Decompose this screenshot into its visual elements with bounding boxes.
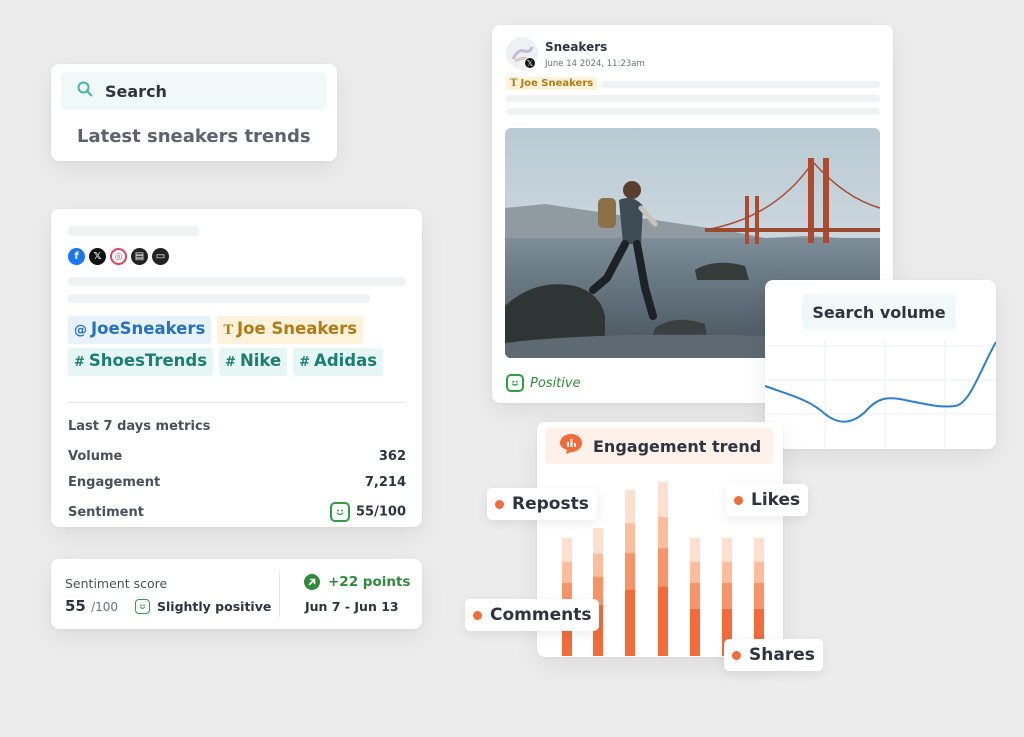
metric-volume: Volume 362 <box>68 449 406 464</box>
engagement-bar-segment <box>625 523 635 554</box>
post-sentiment: Positive <box>506 374 581 392</box>
legend-dot <box>495 499 504 509</box>
tag-author[interactable]: T Joe Sneakers <box>217 316 364 344</box>
engagement-bar-segment <box>658 548 668 587</box>
score-change: +22 points <box>304 574 410 590</box>
score-date-range: Jun 7 - Jun 13 <box>305 599 399 614</box>
engagement-bar-segment <box>562 561 572 583</box>
instagram-icon: ◎ <box>110 248 127 265</box>
engagement-bar-segment <box>722 561 732 583</box>
tag-list: @ JoeSneakers T Joe Sneakers # ShoesTrends … <box>68 316 408 376</box>
engagement-bar-segment <box>690 561 700 583</box>
score-title: Sentiment score <box>65 576 168 591</box>
post-date: June 14 2024, 11:23am <box>545 59 645 69</box>
legend-dot <box>732 650 741 660</box>
post-author-tag[interactable]: T Joe Sneakers <box>506 77 598 90</box>
legend-reposts: Reposts <box>487 488 597 520</box>
engagement-bar-segment <box>658 586 668 656</box>
forum-icon: ▭ <box>152 248 169 265</box>
search-volume-card: Search volume <box>765 280 996 449</box>
post-account-name[interactable]: Sneakers <box>545 40 607 54</box>
engagement-bar-segment <box>754 538 764 562</box>
engagement-bar-segment <box>593 553 603 577</box>
engagement-bar-segment <box>625 490 635 524</box>
search-volume-title: Search volume <box>802 294 956 330</box>
x-icon: 𝕏 <box>524 57 536 69</box>
engagement-bar-segment <box>690 538 700 562</box>
legend-comments: Comments <box>465 599 600 631</box>
engagement-bar-segment <box>690 608 700 656</box>
facebook-icon: f <box>68 248 85 265</box>
divider <box>68 402 406 403</box>
legend-likes: Likes <box>726 484 809 516</box>
metric-engagement: Engagement 7,214 <box>68 475 406 490</box>
news-icon: ▤ <box>131 248 148 265</box>
engagement-bar-segment <box>658 482 668 517</box>
smile-icon <box>506 374 524 392</box>
sentiment-score-card: Sentiment score 55 /100 Slightly positiv… <box>51 559 422 629</box>
search-icon <box>77 81 93 101</box>
engagement-bar-segment <box>754 561 764 583</box>
placeholder-bar <box>601 81 880 88</box>
engagement-bar-segment <box>722 582 732 609</box>
engagement-bar-segment <box>593 528 603 554</box>
search-box[interactable]: Search <box>61 72 327 110</box>
search-card: Search Latest sneakers trends <box>51 64 337 161</box>
search-label: Search <box>105 81 167 101</box>
metric-sentiment: Sentiment 55/100 <box>68 502 406 522</box>
tag-hashtag[interactable]: # Nike <box>219 348 288 376</box>
tag-mention[interactable]: @ JoeSneakers <box>68 316 212 344</box>
engagement-bar-segment <box>625 553 635 590</box>
arrow-up-right-icon <box>304 574 320 590</box>
legend-dot <box>473 610 482 620</box>
placeholder-bar <box>68 277 406 286</box>
tag-hashtag[interactable]: # Adidas <box>293 348 384 376</box>
placeholder-bar <box>68 294 370 303</box>
smile-icon <box>330 502 351 522</box>
search-query[interactable]: Latest sneakers trends <box>77 126 311 147</box>
engagement-bar-segment <box>722 538 732 562</box>
placeholder-bar <box>68 226 199 236</box>
engagement-bar-segment <box>625 589 635 656</box>
placeholder-bar <box>506 108 880 115</box>
placeholder-bar <box>506 95 880 102</box>
legend-dot <box>734 495 743 505</box>
social-row: f 𝕏 ◎ ▤ ▭ <box>68 248 169 265</box>
score-value: 55 /100 <box>65 597 119 615</box>
metrics-title: Last 7 days metrics <box>68 419 211 434</box>
smile-icon <box>135 599 150 614</box>
score-sentiment: Slightly positive <box>135 599 271 614</box>
engagement-bar-segment <box>690 582 700 609</box>
tag-hashtag[interactable]: # ShoesTrends <box>68 348 214 376</box>
engagement-bar-segment <box>658 516 668 549</box>
divider <box>279 571 280 617</box>
x-icon: 𝕏 <box>89 248 106 265</box>
engagement-bar-segment <box>562 538 572 562</box>
profile-card: f 𝕏 ◎ ▤ ▭ @ JoeSneakers T Joe Sneakers # Sh… <box>51 209 422 527</box>
engagement-bar-segment <box>754 582 764 609</box>
legend-shares: Shares <box>724 639 823 671</box>
